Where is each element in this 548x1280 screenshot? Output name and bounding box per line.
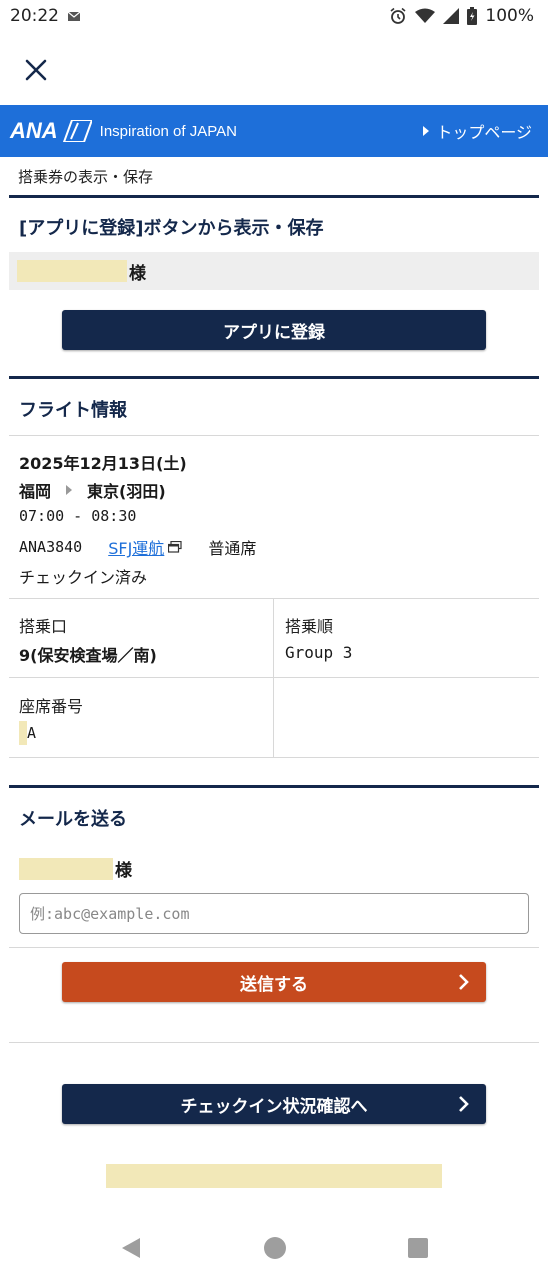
redacted-text	[106, 1164, 442, 1188]
recents-icon[interactable]	[407, 1238, 428, 1262]
status-bar: 20:22 100%	[0, 0, 548, 32]
chevron-right-icon	[459, 974, 469, 990]
logo-stripes-icon	[62, 120, 92, 142]
send-label: 送信する	[240, 974, 308, 995]
email-input[interactable]	[19, 893, 529, 934]
seat-class: 普通席	[208, 539, 257, 558]
site-header: ANA Inspiration of JAPAN トップページ	[0, 105, 548, 157]
flight-detail-row: ANA3840 SFJ運航 普通席	[19, 535, 256, 559]
external-window-icon	[168, 541, 182, 553]
seat-number: A	[19, 721, 36, 745]
mail-notification-icon	[67, 10, 81, 22]
top-page-label: トップページ	[436, 123, 532, 142]
system-nav-bar	[0, 1220, 548, 1280]
caret-right-icon	[423, 126, 430, 136]
redacted-seat-row	[19, 721, 27, 745]
passenger-name-band: 様	[9, 252, 539, 290]
flight-section-title: フライト情報	[19, 400, 127, 421]
alarm-icon	[389, 7, 407, 25]
checkin-status-label: チェックイン状況確認へ	[180, 1096, 368, 1117]
seat-number-value: A	[27, 724, 37, 742]
ana-logo[interactable]: ANA	[10, 118, 92, 144]
chevron-right-icon	[459, 1096, 469, 1112]
status-time: 20:22	[10, 6, 59, 26]
breadcrumb: 搭乗券の表示・保存	[18, 168, 154, 186]
flight-time: 07:00 - 08:30	[19, 507, 137, 525]
flight-date: 2025年12月13日(土)	[19, 454, 187, 473]
section-divider	[9, 195, 539, 198]
battery-icon	[467, 7, 478, 25]
redacted-name	[19, 857, 113, 880]
divider	[9, 677, 539, 678]
signal-icon	[443, 8, 460, 24]
divider	[9, 757, 539, 758]
section-divider	[9, 376, 539, 379]
close-icon	[25, 59, 47, 81]
checkin-status-button[interactable]: チェックイン状況確認へ	[62, 1084, 486, 1124]
gate-label: 搭乗口	[19, 617, 68, 636]
mail-recipient: 様	[19, 856, 132, 881]
register-app-button[interactable]: アプリに登録	[62, 310, 486, 350]
honorific: 様	[115, 861, 132, 881]
divider	[9, 598, 539, 599]
honorific: 様	[129, 263, 146, 284]
home-icon[interactable]	[263, 1236, 287, 1264]
redacted-name	[17, 260, 127, 282]
boarding-order-label: 搭乗順	[285, 617, 334, 636]
origin: 福岡	[19, 482, 52, 501]
register-app-label: アプリに登録	[223, 322, 325, 343]
mail-section-title: メールを送る	[19, 809, 127, 830]
seat-number-label: 座席番号	[19, 697, 84, 716]
boarding-order-value: Group 3	[285, 643, 353, 662]
close-button[interactable]	[18, 52, 54, 88]
divider	[9, 1042, 539, 1043]
battery-level: 100%	[485, 6, 534, 26]
app-section-title: [アプリに登録]ボタンから表示・保存	[19, 218, 324, 239]
tagline: Inspiration of JAPAN	[99, 122, 237, 140]
back-icon[interactable]	[120, 1237, 142, 1263]
checkin-status: チェックイン済み	[19, 568, 148, 587]
route: 福岡 東京(羽田)	[19, 478, 166, 502]
grid-divider	[273, 599, 274, 757]
route-arrow-icon	[66, 485, 73, 495]
divider	[9, 947, 539, 948]
destination: 東京(羽田)	[87, 482, 166, 501]
send-button[interactable]: 送信する	[62, 962, 486, 1002]
top-page-link[interactable]: トップページ	[422, 119, 532, 143]
wifi-icon	[415, 8, 436, 24]
operator-link[interactable]: SFJ運航	[108, 535, 164, 559]
section-divider	[9, 785, 539, 788]
gate-value: 9(保安検査場／南)	[19, 646, 157, 665]
flight-number: ANA3840	[19, 538, 83, 556]
logo-text: ANA	[10, 118, 58, 143]
divider	[9, 435, 539, 436]
